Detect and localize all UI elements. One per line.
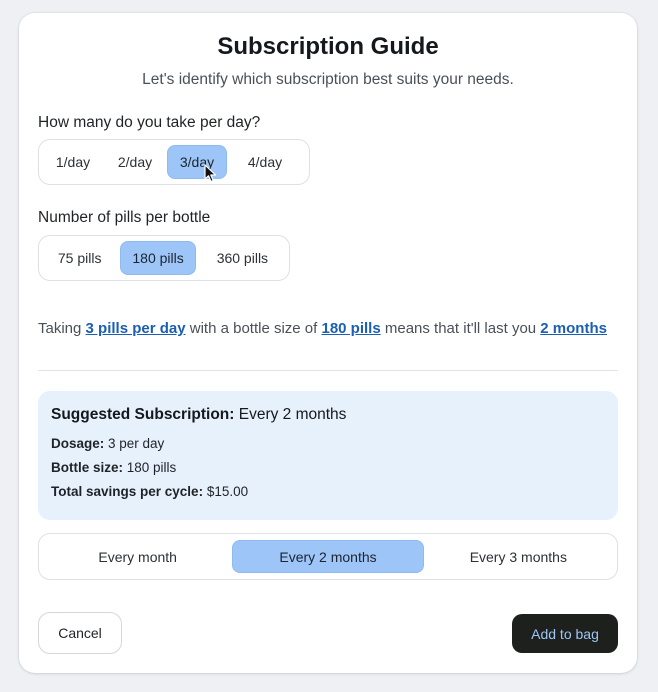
per-day-selector: 1/day 2/day 3/day 4/day (38, 139, 310, 185)
bottle-size-link[interactable]: 180 pills (321, 320, 380, 337)
summary-middle: with a bottle size of (185, 320, 322, 337)
per-day-option-2[interactable]: 2/day (107, 145, 163, 179)
suggested-subscription-panel: Suggested Subscription: Every 2 months D… (38, 391, 618, 520)
savings-value: $15.00 (203, 484, 249, 499)
pills-per-day-link[interactable]: 3 pills per day (86, 320, 186, 337)
savings-row: Total savings per cycle: $15.00 (51, 484, 605, 499)
per-day-option-4[interactable]: 4/day (231, 145, 299, 179)
per-day-option-3[interactable]: 3/day (167, 145, 227, 179)
summary-middle2: means that it'll last you (380, 320, 541, 337)
per-day-option-1[interactable]: 1/day (43, 145, 103, 179)
bottle-option-75[interactable]: 75 pills (43, 241, 116, 275)
page-title: Subscription Guide (217, 33, 439, 60)
dosage-row: Dosage: 3 per day (51, 436, 605, 451)
bottle-size-label: Number of pills per bottle (38, 209, 211, 226)
page-subtitle: Let's identify which subscription best s… (142, 71, 514, 88)
bottle-size-row: Bottle size: 180 pills (51, 460, 605, 475)
suggested-heading-value: Every 2 months (234, 406, 347, 423)
frequency-every-2-months[interactable]: Every 2 months (232, 540, 424, 573)
suggested-heading-label: Suggested Subscription: (51, 406, 235, 423)
divider (38, 370, 618, 371)
bottle-size-selector: 75 pills 180 pills 360 pills (38, 235, 290, 281)
duration-link[interactable]: 2 months (540, 320, 607, 337)
mouse-cursor-icon (204, 164, 217, 183)
add-to-bag-button[interactable]: Add to bag (512, 614, 618, 653)
suggested-heading: Suggested Subscription: Every 2 months (51, 406, 605, 424)
frequency-selector: Every month Every 2 months Every 3 month… (38, 533, 618, 580)
frequency-every-month[interactable]: Every month (43, 540, 232, 573)
duration-summary: Taking 3 pills per day with a bottle siz… (38, 320, 607, 337)
frequency-every-3-months[interactable]: Every 3 months (424, 540, 613, 573)
bottle-option-180[interactable]: 180 pills (120, 241, 196, 275)
bottle-option-360[interactable]: 360 pills (200, 241, 285, 275)
summary-prefix: Taking (38, 320, 86, 337)
bottle-size-row-label: Bottle size: (51, 460, 124, 475)
cancel-button[interactable]: Cancel (38, 612, 122, 654)
dosage-label: Dosage: (51, 436, 105, 451)
savings-label: Total savings per cycle: (51, 484, 204, 499)
bottle-size-row-value: 180 pills (123, 460, 177, 475)
per-day-label: How many do you take per day? (38, 114, 261, 131)
subscription-guide-card: Subscription Guide Let's identify which … (19, 13, 637, 673)
dosage-value: 3 per day (104, 436, 165, 451)
